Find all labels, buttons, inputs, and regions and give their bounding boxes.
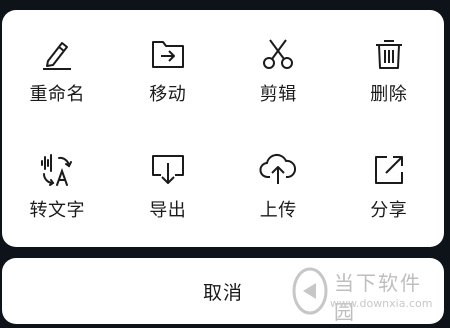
share-icon	[369, 152, 409, 188]
clip-button[interactable]: 剪辑	[223, 10, 334, 128]
export-label: 导出	[149, 200, 187, 221]
transcribe-button[interactable]: 转文字	[2, 128, 113, 247]
scissors-icon	[258, 36, 298, 72]
voice-to-text-icon	[37, 152, 77, 188]
move-button[interactable]: 移动	[113, 10, 224, 128]
cancel-button[interactable]: 取消	[2, 258, 444, 324]
action-sheet: 重命名 移动 剪辑 删除 转文字 导出 上传 分享	[2, 10, 444, 247]
transcribe-label: 转文字	[29, 200, 85, 221]
trash-icon	[369, 36, 409, 72]
rename-label: 重命名	[29, 84, 85, 105]
cancel-label: 取消	[202, 281, 243, 304]
pencil-icon	[37, 36, 77, 72]
cloud-upload-icon	[258, 152, 298, 188]
upload-button[interactable]: 上传	[223, 128, 334, 247]
rename-button[interactable]: 重命名	[2, 10, 113, 128]
bottom-strip	[0, 324, 450, 328]
delete-label: 删除	[370, 84, 408, 105]
export-icon	[148, 152, 188, 188]
action-grid: 重命名 移动 剪辑 删除 转文字 导出 上传 分享	[2, 10, 444, 247]
export-button[interactable]: 导出	[113, 128, 224, 247]
clip-label: 剪辑	[259, 84, 297, 105]
share-label: 分享	[370, 200, 408, 221]
upload-label: 上传	[259, 200, 297, 221]
share-button[interactable]: 分享	[334, 128, 445, 247]
move-folder-icon	[148, 36, 188, 72]
move-label: 移动	[149, 84, 187, 105]
delete-button[interactable]: 删除	[334, 10, 445, 128]
